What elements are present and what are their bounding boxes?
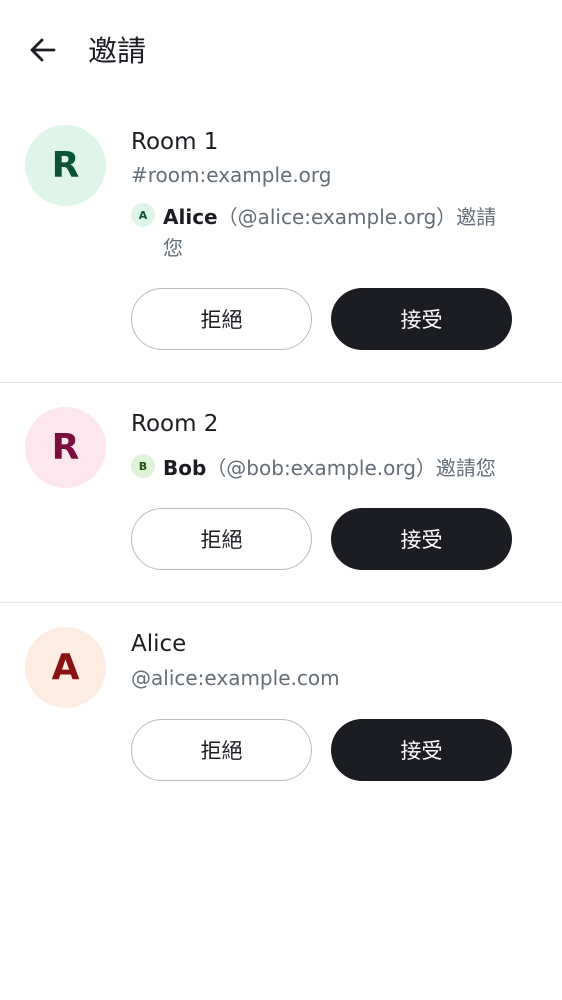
- invite-card-dm-alice: A Alice @alice:example.com 拒絕 接受: [0, 603, 562, 803]
- room-name: Room 2: [131, 411, 219, 437]
- back-button[interactable]: [26, 33, 60, 67]
- top-app-bar: 邀請: [0, 0, 562, 104]
- invite-card-room-1: R Room 1 #room:example.org A Alice（@alic…: [0, 104, 562, 382]
- accept-button[interactable]: 接受: [331, 508, 512, 570]
- accept-button[interactable]: 接受: [331, 719, 512, 781]
- inviter-avatar: A: [131, 203, 155, 227]
- user-name: Alice: [131, 631, 187, 657]
- room-alias: #room:example.org: [131, 163, 332, 187]
- inviter-name: Alice: [163, 205, 218, 229]
- inviter-description: （@bob:example.org）邀請您: [206, 456, 496, 480]
- user-id: @alice:example.com: [131, 666, 340, 690]
- inviter-line: A Alice（@alice:example.org）邀請您: [131, 202, 511, 264]
- room-avatar: R: [25, 125, 106, 206]
- room-avatar: R: [25, 407, 106, 488]
- inviter-line: B Bob（@bob:example.org）邀請您: [131, 453, 511, 484]
- page-title: 邀請: [88, 34, 147, 68]
- decline-button[interactable]: 拒絕: [131, 508, 312, 570]
- inviter-name: Bob: [163, 456, 207, 480]
- decline-button[interactable]: 拒絕: [131, 288, 312, 350]
- invite-card-room-2: R Room 2 B Bob（@bob:example.org）邀請您 拒絕 接…: [0, 383, 562, 602]
- inviter-avatar: B: [131, 454, 155, 478]
- user-avatar: A: [25, 627, 106, 708]
- accept-button[interactable]: 接受: [331, 288, 512, 350]
- arrow-left-icon: [30, 38, 56, 62]
- room-name: Room 1: [131, 129, 219, 155]
- decline-button[interactable]: 拒絕: [131, 719, 312, 781]
